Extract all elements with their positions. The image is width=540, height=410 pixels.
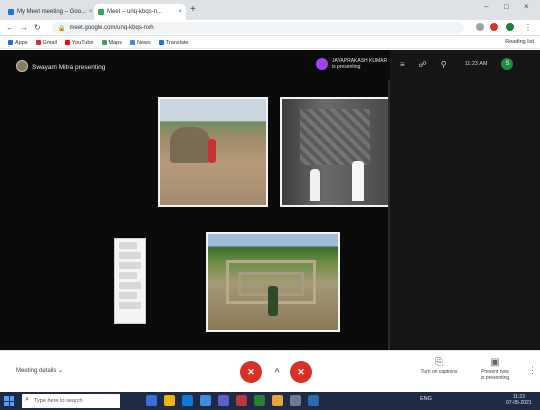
menu-item[interactable]: [119, 302, 141, 309]
present-icon: ▣: [490, 357, 500, 368]
browser-tab-1[interactable]: My Meet meeting – Goo... ×: [4, 4, 92, 20]
chevron-down-icon: ⌄: [58, 368, 64, 374]
tab-2-label: Meet – unq-kbqs-n...: [107, 9, 163, 15]
tab-close-icon[interactable]: ×: [89, 9, 92, 15]
context-menu[interactable]: [114, 238, 146, 324]
chat-icon[interactable]: ≡: [400, 60, 405, 69]
youtube-icon: [64, 40, 70, 45]
meet-favicon-icon: [98, 9, 104, 15]
profile-avatar-icon[interactable]: [506, 23, 514, 31]
people-icon[interactable]: ☍: [419, 60, 427, 69]
menu-item[interactable]: [119, 252, 141, 259]
tab-close-icon[interactable]: ×: [178, 9, 182, 15]
back-button[interactable]: ←: [6, 22, 14, 34]
meeting-toolbar: Meeting details ⌄ ✕ ^ ✕ ⎘ Turn on captio…: [0, 350, 540, 392]
shared-photo-ruins: [158, 97, 268, 207]
meeting-details-button[interactable]: Meeting details ⌄: [16, 367, 63, 374]
teams-icon[interactable]: [218, 395, 229, 406]
captions-button[interactable]: ⎘ Turn on captions: [414, 357, 464, 375]
news-icon: [130, 40, 135, 45]
taskbar-search-input[interactable]: ⌕ Type here to search: [22, 394, 120, 408]
window-minimize-button[interactable]: –: [484, 2, 488, 11]
windows-start-icon[interactable]: [4, 396, 14, 406]
menu-item[interactable]: [119, 282, 141, 289]
windows-taskbar: ⌕ Type here to search ENG 11:23 07-05-20…: [0, 392, 540, 410]
app-icon[interactable]: [290, 395, 301, 406]
url-text: meet.google.com/unq-kbqs-nxh: [69, 25, 154, 31]
avatar: [316, 58, 328, 70]
gmail-icon: [35, 40, 41, 45]
end-call-button[interactable]: ✕: [290, 361, 312, 383]
search-icon: ⌕: [25, 396, 29, 403]
forward-button[interactable]: →: [20, 22, 28, 34]
browser-tab-2[interactable]: Meet – unq-kbqs-n... ×: [94, 4, 186, 20]
bookmark-item[interactable]: Gmail: [35, 40, 57, 46]
browser-tab-bar: My Meet meeting – Goo... × Meet – unq-kb…: [0, 0, 540, 20]
apps-icon: [8, 40, 13, 45]
chrome-icon[interactable]: [272, 395, 283, 406]
more-options-button[interactable]: ⋮: [528, 365, 537, 376]
word-icon[interactable]: [308, 395, 319, 406]
raise-hand-button[interactable]: ^: [266, 361, 288, 383]
info-icon[interactable]: ⚲: [441, 60, 447, 69]
presenter-avatar: [16, 60, 28, 72]
translate-icon: [158, 40, 164, 45]
presenter-subtitle: is presenting: [332, 64, 361, 70]
captions-icon: ⎘: [435, 357, 443, 368]
meet-favicon-icon: [8, 9, 14, 15]
window-maximize-button[interactable]: □: [504, 2, 509, 11]
meeting-title: Swayam Mitra presenting: [32, 64, 106, 71]
shared-photo-temple-relief: [280, 97, 390, 207]
user-avatar[interactable]: S: [501, 58, 514, 70]
presenter-tile-label: JAYAPRAKASH KUMAR is presenting: [316, 58, 387, 70]
shared-photo-excavation: [206, 232, 340, 332]
mic-off-button[interactable]: ✕: [240, 361, 262, 383]
bookmark-item[interactable]: Apps: [8, 40, 28, 46]
meeting-right-panel: ≡ ☍ ⚲ 11:23 AM S: [390, 50, 540, 350]
menu-item[interactable]: [119, 292, 137, 299]
extension-icon[interactable]: [490, 23, 498, 31]
mail-icon[interactable]: [200, 395, 211, 406]
maps-icon: [101, 40, 107, 45]
meeting-stage: Swayam Mitra presenting JAYAPRAKASH KUMA…: [0, 50, 540, 350]
screen: My Meet meeting – Goo... × Meet – unq-kb…: [0, 0, 540, 410]
bookmark-item[interactable]: Maps: [101, 40, 122, 46]
taskbar-clock[interactable]: 11:23 07-05-2021: [506, 394, 532, 406]
present-now-button[interactable]: ▣ Present now is presenting: [470, 357, 520, 381]
extension-icon[interactable]: [476, 23, 484, 31]
task-view-icon[interactable]: [146, 395, 157, 406]
lock-icon: 🔒: [58, 25, 66, 32]
reading-list-button[interactable]: Reading list: [505, 39, 534, 45]
window-close-button[interactable]: ×: [524, 2, 529, 11]
meeting-clock: 11:23 AM: [464, 61, 488, 67]
file-explorer-icon[interactable]: [164, 395, 175, 406]
bookmarks-bar: Apps Gmail YouTube Maps News Translate R…: [0, 37, 540, 49]
url-input[interactable]: 🔒 meet.google.com/unq-kbqs-nxh: [52, 22, 464, 34]
menu-item[interactable]: [119, 262, 141, 269]
new-tab-button[interactable]: +: [190, 4, 196, 16]
browser-menu-icon[interactable]: ⋮: [524, 22, 532, 34]
tab-1-label: My Meet meeting – Goo...: [17, 9, 87, 15]
app-icon[interactable]: [236, 395, 247, 406]
edge-icon[interactable]: [182, 395, 193, 406]
menu-item[interactable]: [119, 242, 137, 249]
bookmark-item[interactable]: YouTube: [64, 40, 94, 46]
reload-button[interactable]: ↻: [34, 22, 41, 34]
address-bar-row: ← → ↻ 🔒 meet.google.com/unq-kbqs-nxh ⋮: [0, 20, 540, 36]
bookmark-item[interactable]: Translate: [158, 40, 189, 46]
system-tray[interactable]: ENG: [420, 396, 432, 402]
app-icon[interactable]: [254, 395, 265, 406]
bookmark-item[interactable]: News: [130, 40, 151, 46]
menu-item[interactable]: [119, 272, 137, 279]
